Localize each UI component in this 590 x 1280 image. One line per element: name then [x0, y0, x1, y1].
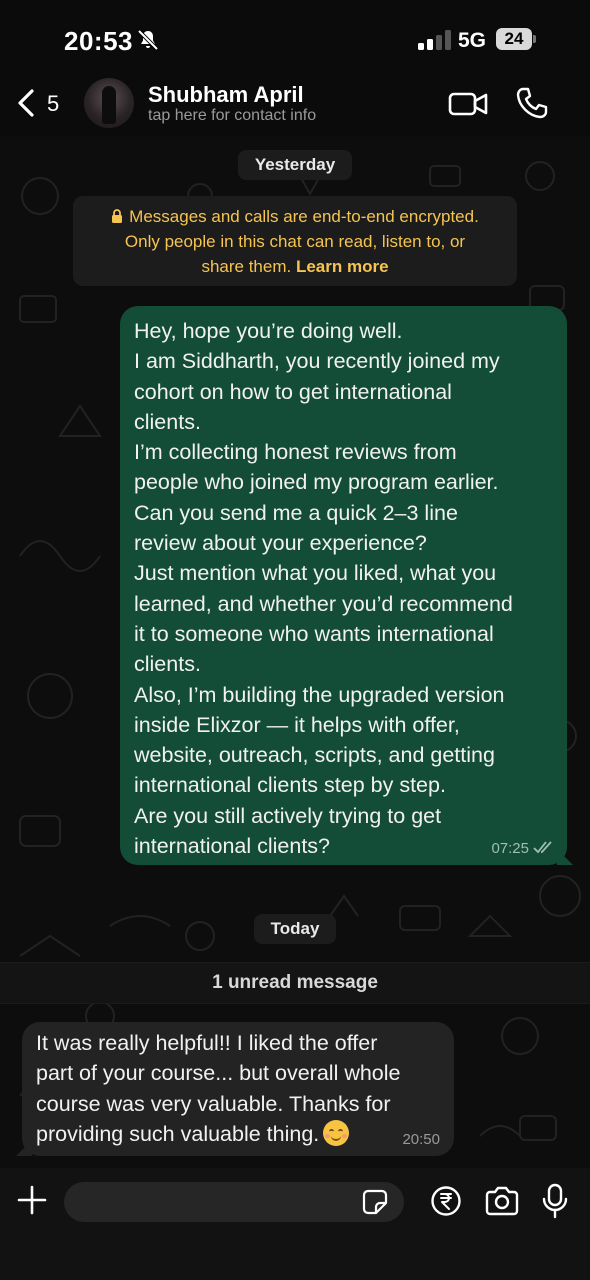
avatar[interactable]	[84, 78, 134, 128]
read-receipt-icon	[533, 841, 552, 854]
message-line: website, outreach, scripts, and getting	[134, 743, 495, 768]
encryption-text-1: Messages and calls are end-to-end encryp…	[129, 207, 479, 226]
outgoing-message-meta: 07:25	[491, 840, 555, 857]
back-unread-count[interactable]: 5	[47, 91, 59, 117]
encryption-text-2: Only people in this chat can read, liste…	[124, 232, 466, 251]
message-line: inside Elixzor — it helps with offer,	[134, 712, 460, 737]
message-line: clients.	[134, 652, 201, 677]
smiling-face-emoji-icon	[323, 1119, 350, 1146]
message-line: I’m collecting honest reviews from	[134, 440, 457, 465]
bell-muted-icon	[137, 29, 159, 51]
message-line: part of your course... but overall whole	[36, 1061, 401, 1086]
status-bar: 20:53 5G 24	[0, 0, 590, 80]
message-line: clients.	[134, 409, 201, 434]
message-line: it to someone who wants international	[134, 621, 494, 646]
message-line: cohort on how to get international	[134, 379, 452, 404]
payment-rupee-icon[interactable]	[430, 1185, 462, 1217]
learn-more-link[interactable]: Learn more	[296, 257, 389, 276]
message-line: learned, and whether you’d recommend	[134, 591, 513, 616]
encryption-line-3: share them. Learn more	[73, 254, 517, 279]
outgoing-message-time: 07:25	[491, 840, 529, 857]
status-time: 20:53	[64, 26, 133, 56]
message-line: Also, I’m building the upgraded version	[134, 682, 505, 707]
message-line: Can you send me a quick 2–3 line	[134, 500, 458, 525]
message-line-text: providing such valuable thing.	[36, 1121, 320, 1146]
battery-level: 24	[496, 28, 532, 50]
outgoing-message-text: Hey, hope you’re doing well. I am Siddhar…	[134, 316, 553, 861]
message-line: people who joined my program earlier.	[134, 470, 499, 495]
contact-name[interactable]: Shubham April	[148, 82, 304, 108]
incoming-message-text: It was really helpful!! I liked the offe…	[36, 1028, 440, 1149]
camera-icon[interactable]	[484, 1186, 520, 1216]
message-line: international clients?	[134, 834, 331, 859]
message-line: providing such valuable thing.	[36, 1119, 440, 1149]
chat-area[interactable]: Yesterday Messages and calls are end-to-…	[0, 136, 590, 1168]
back-chevron-icon[interactable]	[14, 88, 40, 118]
date-separator-today: Today	[254, 914, 336, 944]
outgoing-message[interactable]: Hey, hope you’re doing well. I am Siddhar…	[120, 306, 573, 865]
incoming-message[interactable]: It was really helpful!! I liked the offe…	[16, 1022, 454, 1156]
message-line: I am Siddharth, you recently joined my	[134, 349, 500, 374]
network-type: 5G	[458, 29, 487, 52]
message-line: It was really helpful!! I liked the offe…	[36, 1031, 378, 1055]
message-line: Hey, hope you’re doing well.	[134, 319, 403, 343]
message-line: course was very valuable. Thanks for	[36, 1091, 391, 1116]
date-separator-yesterday: Yesterday	[238, 150, 352, 180]
encryption-line-1: Messages and calls are end-to-end encryp…	[73, 204, 517, 229]
message-line: Just mention what you liked, what you	[134, 561, 497, 586]
attach-plus-icon[interactable]	[16, 1184, 48, 1216]
battery-icon: 24	[496, 28, 536, 52]
incoming-message-time: 20:50	[402, 1131, 440, 1148]
voice-call-icon[interactable]	[515, 86, 549, 120]
unread-messages-divider: 1 unread message	[0, 962, 590, 1004]
message-line: review about your experience?	[134, 531, 427, 556]
message-input[interactable]	[64, 1182, 404, 1222]
message-composer	[0, 1168, 590, 1280]
contact-info-hint[interactable]: tap here for contact info	[148, 107, 316, 125]
message-line: Are you still actively trying to get	[134, 803, 442, 828]
microphone-icon[interactable]	[541, 1183, 569, 1219]
encryption-text-3: share them.	[201, 257, 296, 276]
lock-icon	[112, 209, 123, 223]
encryption-notice[interactable]: Messages and calls are end-to-end encryp…	[73, 196, 517, 286]
sticker-icon[interactable]	[362, 1189, 388, 1215]
message-line: international clients step by step.	[134, 773, 446, 798]
chat-header: 5 Shubham April tap here for contact inf…	[0, 70, 590, 136]
signal-icon	[418, 30, 451, 50]
video-call-icon[interactable]	[448, 90, 488, 118]
